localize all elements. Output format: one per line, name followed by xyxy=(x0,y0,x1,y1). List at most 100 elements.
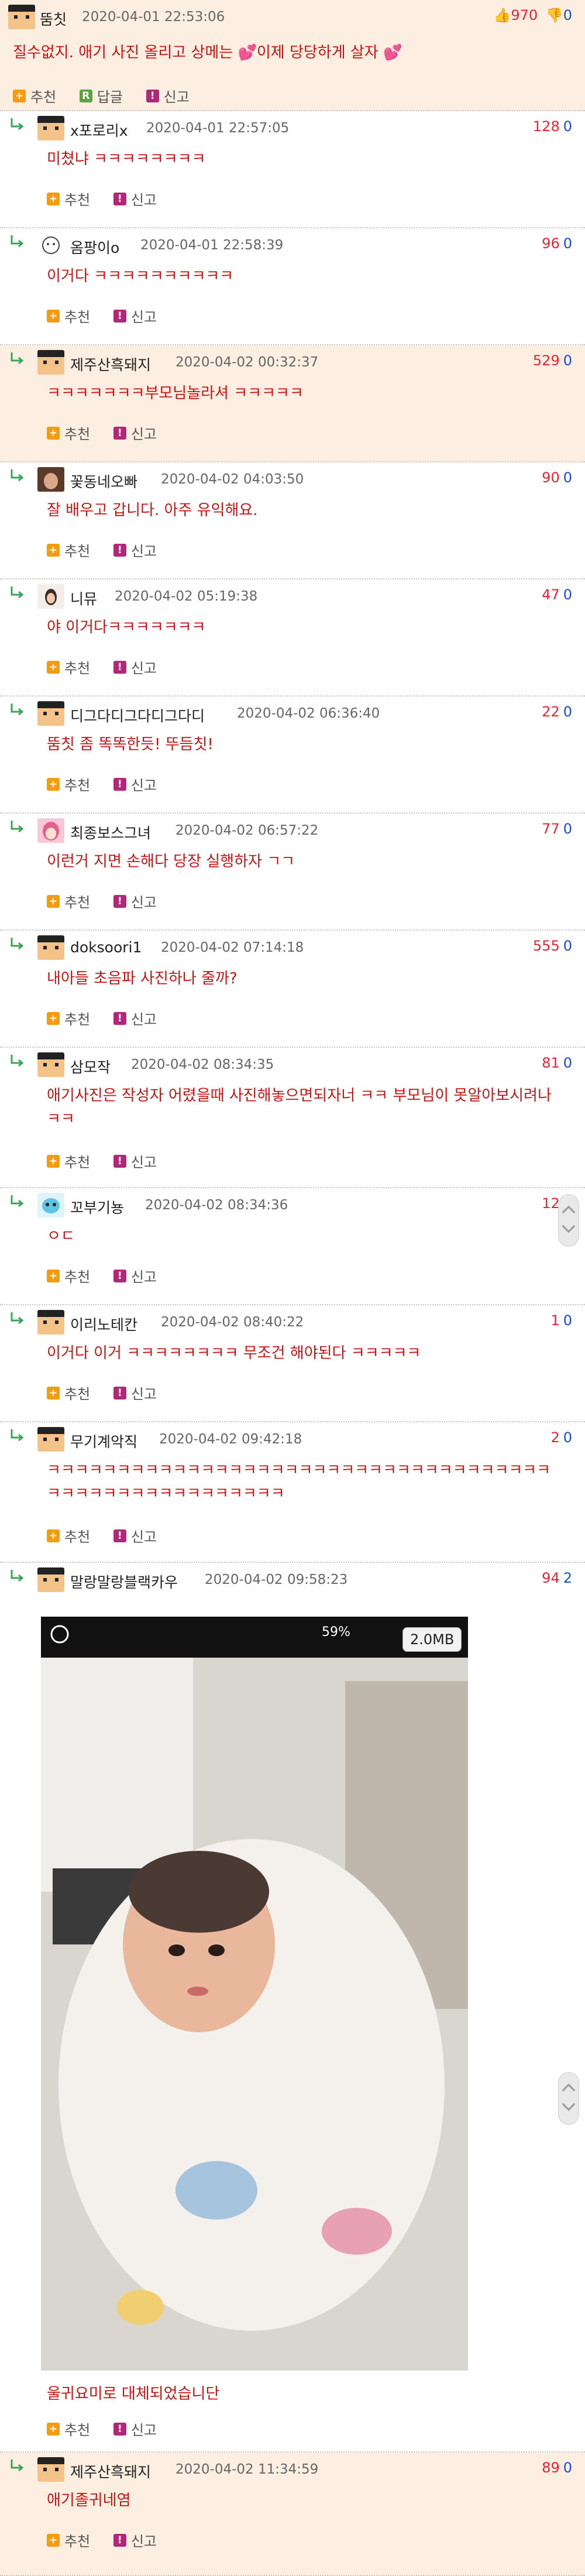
avatar[interactable] xyxy=(37,1310,64,1335)
recommend-button[interactable]: + 추천 xyxy=(47,2530,90,2550)
report-button[interactable]: ! 신고 xyxy=(113,1383,157,1403)
recommend-button[interactable]: + 추천 xyxy=(47,1151,90,1171)
recommend-button[interactable]: + 추천 xyxy=(47,891,90,911)
thumbs-down-icon[interactable]: 👎 xyxy=(546,7,563,23)
avatar[interactable] xyxy=(37,1052,64,1077)
report-button[interactable]: ! 신고 xyxy=(113,306,157,326)
report-button[interactable]: ! 신고 xyxy=(113,1008,157,1028)
report-icon: ! xyxy=(113,1154,126,1168)
report-button[interactable]: ! 신고 xyxy=(113,1525,157,1546)
report-button[interactable]: ! 신고 xyxy=(113,540,157,560)
avatar[interactable] xyxy=(37,233,64,258)
report-button[interactable]: ! 신고 xyxy=(113,2419,157,2439)
report-label: 신고 xyxy=(130,543,157,560)
plus-icon: + xyxy=(47,1529,60,1542)
report-button[interactable]: ! 신고 xyxy=(113,774,157,794)
nickname[interactable]: 이리노테칸 xyxy=(70,1313,137,1335)
nickname[interactable]: 니뮤 xyxy=(70,588,97,609)
comment-actions: + 추천 ! 신고 xyxy=(47,423,176,443)
recommend-button[interactable]: + 추천 xyxy=(47,540,90,560)
vote-counts: 81 0 xyxy=(542,1055,572,1071)
avatar[interactable] xyxy=(8,5,35,29)
timestamp: 2020-04-02 11:34:59 xyxy=(176,2462,319,2477)
report-button[interactable]: ! 신고 xyxy=(113,657,157,677)
chevron-down-icon xyxy=(562,2097,576,2111)
avatar[interactable] xyxy=(37,1567,64,1592)
recommend-button[interactable]: + 추천 xyxy=(47,657,90,677)
upvote-count: 2 xyxy=(550,1429,560,1446)
plus-icon: + xyxy=(47,309,60,323)
scroll-handle[interactable] xyxy=(558,1194,579,1247)
avatar[interactable] xyxy=(37,1193,64,1217)
avatar[interactable] xyxy=(37,935,64,960)
nickname[interactable]: 삼모작 xyxy=(70,1056,111,1077)
nickname[interactable]: 뚬칫 xyxy=(40,8,67,29)
avatar[interactable] xyxy=(37,701,64,726)
nickname[interactable]: 무기계악직 xyxy=(70,1431,137,1452)
recommend-button[interactable]: + 추천 xyxy=(47,1265,90,1286)
report-button[interactable]: ! 신고 xyxy=(113,188,157,209)
recommend-button[interactable]: + 추천 xyxy=(47,188,90,209)
report-label: 신고 xyxy=(130,426,157,443)
plus-icon: + xyxy=(47,192,60,205)
timestamp: 2020-04-01 22:53:06 xyxy=(82,9,225,25)
timestamp: 2020-04-02 08:34:36 xyxy=(145,1198,288,1213)
comment-header: 니뮤 2020-04-02 05:19:38 47 0 xyxy=(0,579,585,615)
nickname[interactable]: 제주산흑돼지 xyxy=(70,354,151,375)
report-label: 신고 xyxy=(130,660,157,677)
nickname[interactable]: 꼬부기뇽 xyxy=(70,1196,124,1217)
reply-comment: 니뮤 2020-04-02 05:19:38 47 0 야 이거다ㅋㅋㅋㅋㅋㅋㅋ … xyxy=(0,579,585,697)
report-button[interactable]: ! 신고 xyxy=(113,423,157,443)
avatar[interactable] xyxy=(37,1427,64,1452)
report-button[interactable]: ! 신고 xyxy=(113,1265,157,1286)
report-button[interactable]: ! 신고 xyxy=(113,1151,157,1171)
nickname[interactable]: doksoori1 xyxy=(70,939,142,956)
avatar[interactable] xyxy=(37,818,64,843)
recommend-button[interactable]: + 추천 xyxy=(47,1008,90,1028)
comment-header: 삼모작 2020-04-02 08:34:35 81 0 xyxy=(0,1048,585,1083)
avatar[interactable] xyxy=(37,116,64,140)
reply-button[interactable]: R 답글 xyxy=(79,85,123,106)
nickname[interactable]: 디그다디그다디그다디 xyxy=(70,705,205,726)
vote-counts: 47 0 xyxy=(542,586,572,603)
comment-actions: + 추천 ! 신고 xyxy=(47,2530,176,2550)
avatar[interactable] xyxy=(37,2457,64,2482)
upvote-count: 22 xyxy=(542,704,560,720)
comment-actions: + 추천 ! 신고 xyxy=(47,891,176,911)
nickname[interactable]: 말랑말랑블랙카우 xyxy=(70,1571,178,1592)
comment-text: 내아들 초음파 사진하나 줄까? xyxy=(47,970,238,987)
nickname[interactable]: 최종보스그녀 xyxy=(70,822,151,843)
recommend-button[interactable]: + 추천 xyxy=(47,1383,90,1403)
recommend-button[interactable]: + 추천 xyxy=(47,423,90,443)
avatar[interactable] xyxy=(37,350,64,375)
recommend-button[interactable]: + 추천 xyxy=(47,2419,90,2439)
scroll-handle[interactable] xyxy=(558,2072,579,2125)
timestamp: 2020-04-02 09:58:23 xyxy=(205,1572,348,1587)
comment-header: 제주산흑돼지 2020-04-02 11:34:59 89 0 xyxy=(0,2452,585,2488)
nickname[interactable]: 옴팡이o xyxy=(70,236,119,258)
reply-comment: 디그다디그다디그다디 2020-04-02 06:36:40 22 0 뚬칫 좀 … xyxy=(0,697,585,814)
recommend-label: 추천 xyxy=(64,777,91,794)
upvote-count: 12 xyxy=(542,1195,560,1212)
report-label: 신고 xyxy=(130,1011,157,1028)
vote-counts: 👍970 👎0 xyxy=(493,7,572,23)
comment-text: 뚬칫 좀 똑똑한듯! 뚜듬칫! xyxy=(47,736,214,753)
report-button[interactable]: ! 신고 xyxy=(146,85,190,106)
report-button[interactable]: ! 신고 xyxy=(113,2530,157,2550)
recommend-button[interactable]: + 추천 xyxy=(47,1525,90,1546)
recommend-label: 추천 xyxy=(64,660,91,677)
nickname[interactable]: 제주산흑돼지 xyxy=(70,2461,151,2482)
avatar[interactable] xyxy=(37,467,64,492)
report-label: 신고 xyxy=(130,1386,157,1402)
nickname[interactable]: 꽃동네오빠 xyxy=(70,471,137,492)
attached-photo[interactable]: 59% 2.0MB xyxy=(41,1617,468,2371)
recommend-button[interactable]: + 추천 xyxy=(13,85,56,106)
report-label: 신고 xyxy=(130,2533,157,2550)
thumbs-up-icon[interactable]: 👍 xyxy=(493,7,511,23)
recommend-button[interactable]: + 추천 xyxy=(47,774,90,794)
avatar[interactable] xyxy=(37,584,64,609)
nickname[interactable]: x포로리x xyxy=(70,119,128,140)
baby-photo-image xyxy=(41,1617,468,2371)
recommend-button[interactable]: + 추천 xyxy=(47,306,90,326)
report-button[interactable]: ! 신고 xyxy=(113,891,157,911)
